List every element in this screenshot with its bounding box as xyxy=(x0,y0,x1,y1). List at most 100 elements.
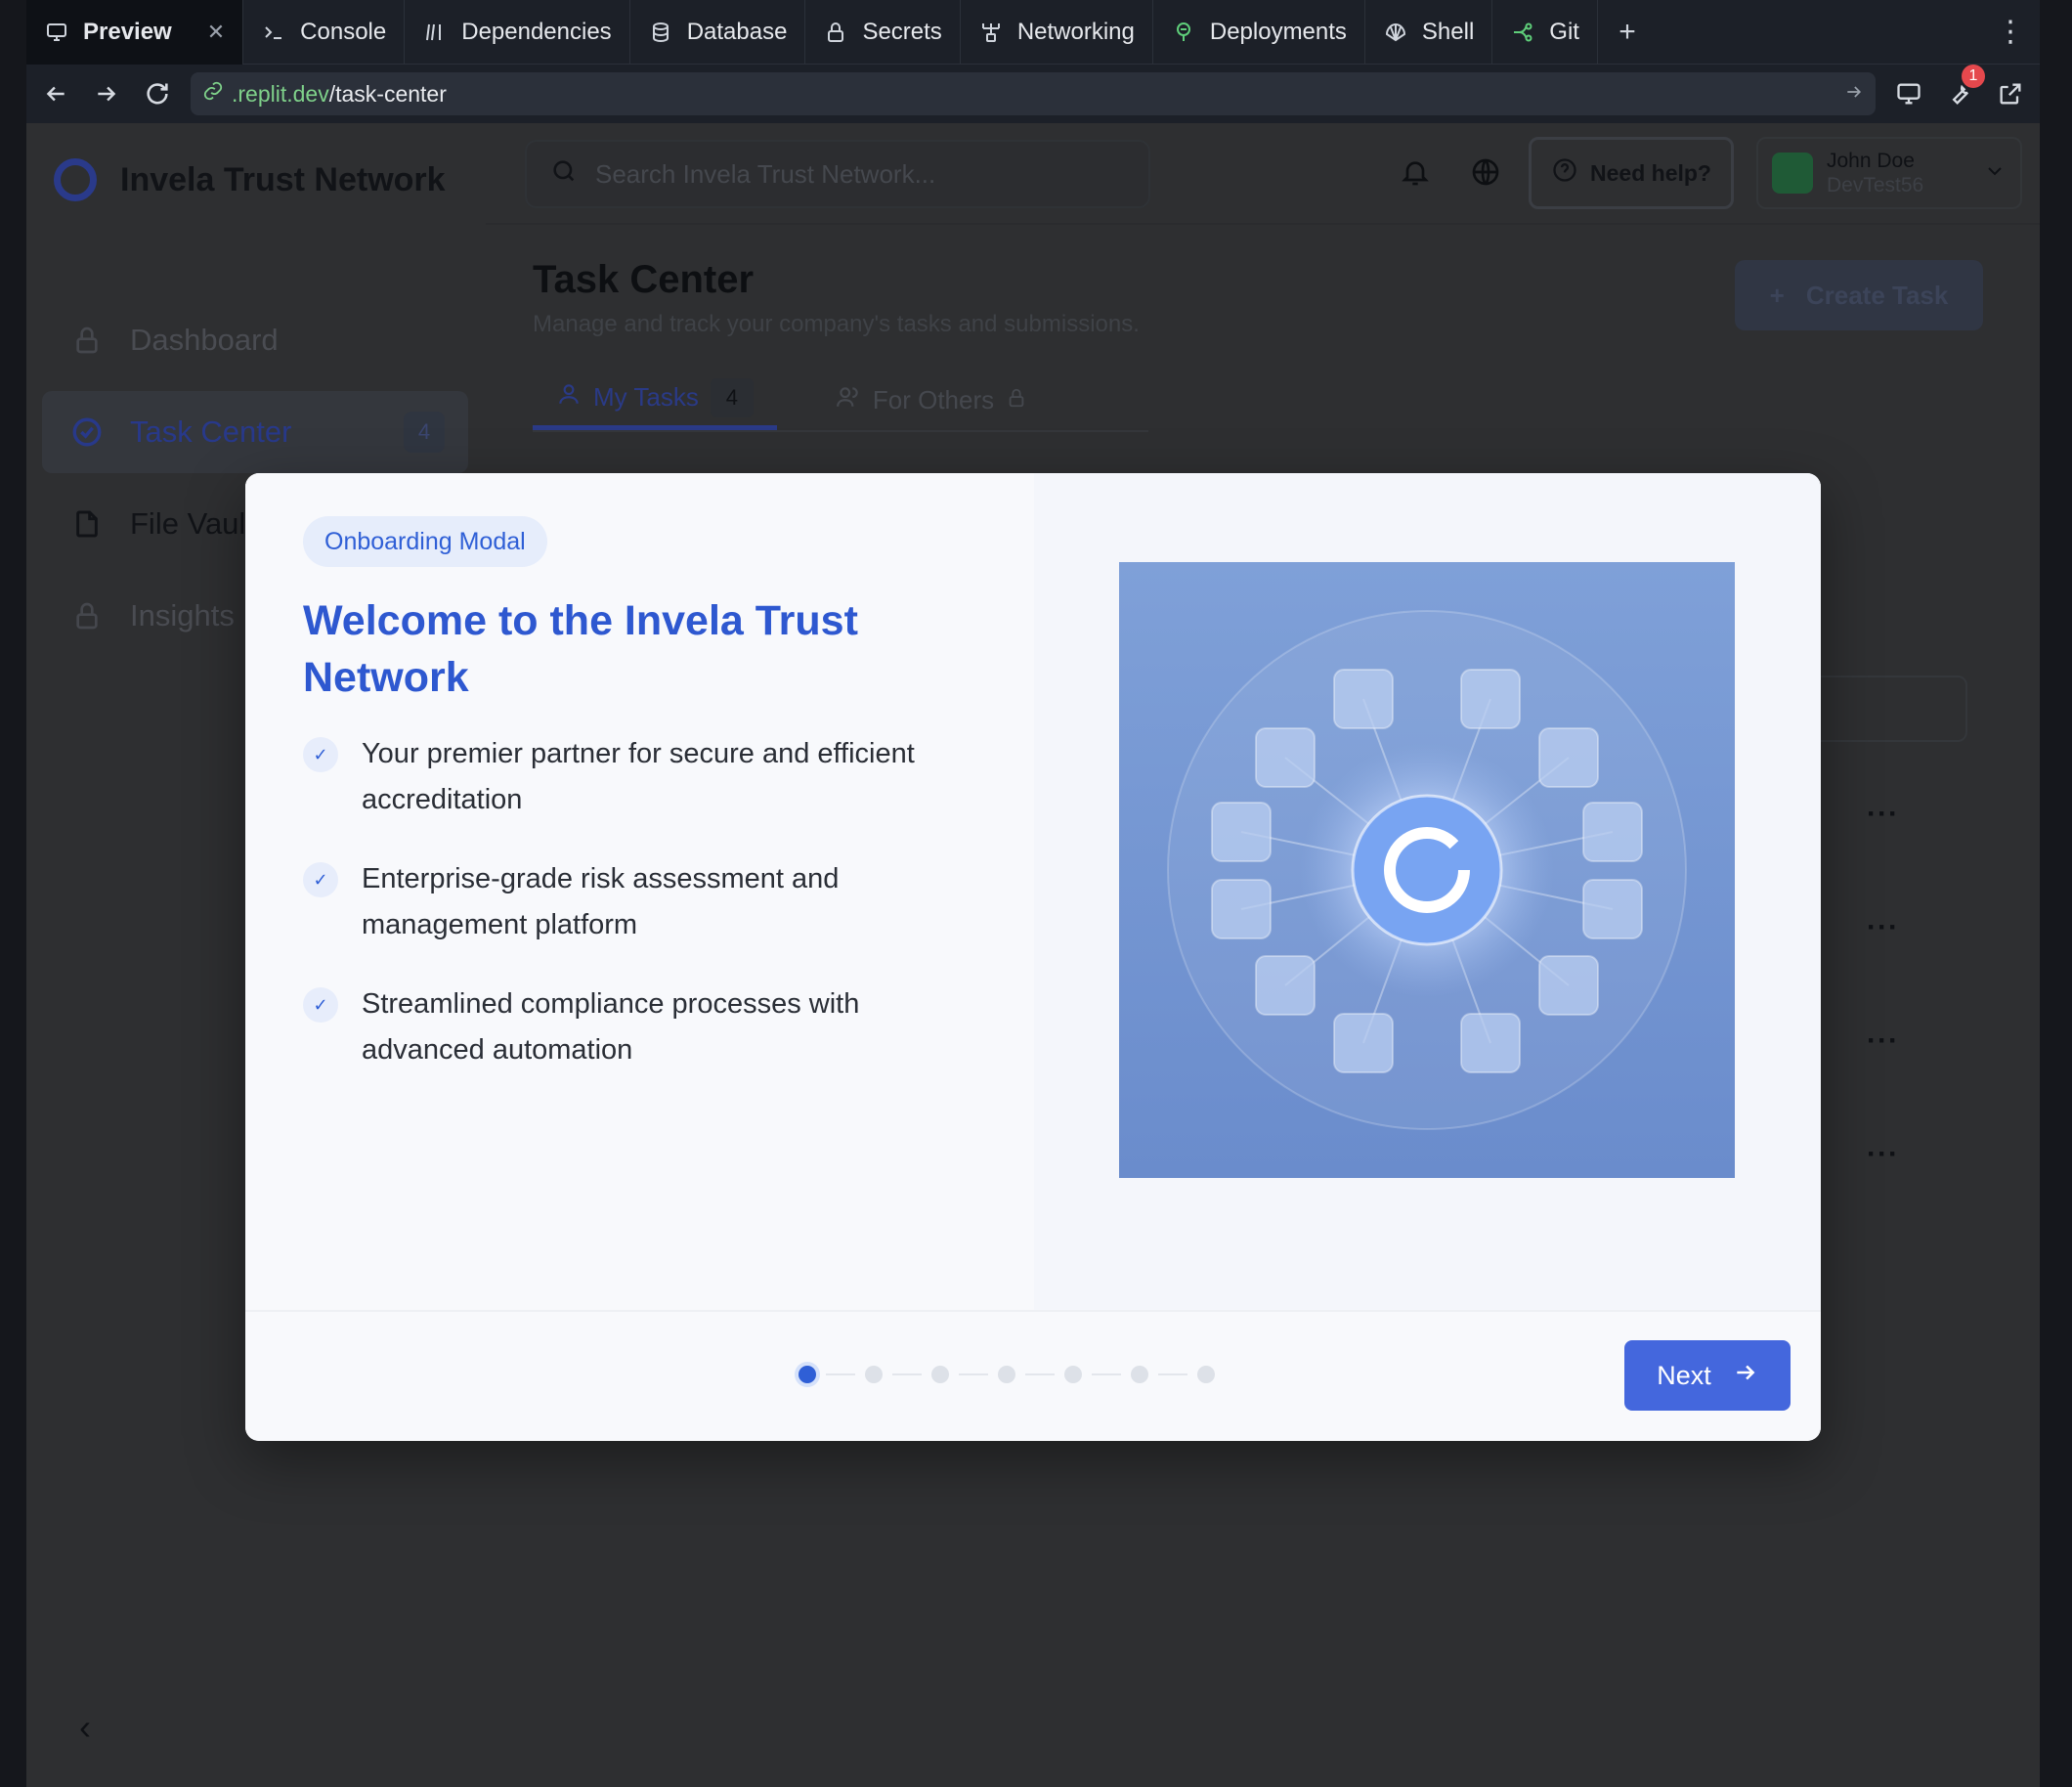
create-label: Create Task xyxy=(1805,280,1949,310)
next-label: Next xyxy=(1657,1360,1711,1390)
devtools-badge: 1 xyxy=(1962,65,1985,88)
step-dot[interactable] xyxy=(865,1366,883,1383)
help-circle-icon xyxy=(1551,156,1578,190)
rocket-icon xyxy=(1171,20,1196,45)
url-input[interactable]: .replit.dev/task-center xyxy=(191,72,1876,115)
row-menu-icon[interactable]: ··· xyxy=(1867,798,1899,831)
avatar xyxy=(1772,153,1813,194)
step-dot[interactable] xyxy=(1131,1366,1148,1383)
user-icon xyxy=(556,381,582,414)
step-connector xyxy=(959,1373,988,1375)
tab-dependencies[interactable]: Dependencies xyxy=(405,0,630,65)
help-label: Need help? xyxy=(1590,159,1711,186)
step-dot-active[interactable] xyxy=(799,1366,816,1383)
tab-for-others[interactable]: For Others xyxy=(812,370,1051,430)
search-icon xyxy=(550,157,578,192)
tab-label: Preview xyxy=(83,19,172,45)
tab-label: Git xyxy=(1549,19,1579,45)
url-domain: .replit.dev xyxy=(232,80,329,107)
package-icon xyxy=(422,20,448,45)
step-dot[interactable] xyxy=(1197,1366,1215,1383)
device-preview-icon[interactable] xyxy=(1891,76,1926,111)
database-icon xyxy=(648,20,673,45)
row-menu-icon[interactable]: ··· xyxy=(1867,1024,1899,1058)
page-title: Task Center xyxy=(533,258,755,301)
create-task-button[interactable]: + Create Task xyxy=(1735,260,1983,330)
brand-logo[interactable]: Invela Trust Network xyxy=(54,158,446,201)
tab-git[interactable]: Git xyxy=(1492,0,1598,65)
need-help-button[interactable]: Need help? xyxy=(1529,137,1734,209)
tab-label: Console xyxy=(300,19,387,45)
terminal-icon xyxy=(261,20,286,45)
reload-icon[interactable] xyxy=(140,76,175,111)
list-item: ✓ Your premier partner for secure and ef… xyxy=(303,731,987,823)
brand-name: Invela Trust Network xyxy=(120,160,446,198)
link-icon xyxy=(202,80,224,108)
back-arrow-icon[interactable] xyxy=(38,76,73,111)
step-dot[interactable] xyxy=(998,1366,1015,1383)
user-name: John Doe xyxy=(1827,150,1915,172)
modal-pill: Onboarding Modal xyxy=(303,516,547,567)
bell-icon[interactable] xyxy=(1400,156,1435,192)
onboarding-modal: Onboarding Modal Welcome to the Invela T… xyxy=(245,473,1821,1441)
sidebar-item-label: Insights xyxy=(130,598,235,632)
page-subtitle: Manage and track your company's tasks an… xyxy=(533,311,1140,337)
check-icon: ✓ xyxy=(303,737,338,772)
step-connector xyxy=(1025,1373,1055,1375)
tab-label: For Others xyxy=(872,384,995,414)
user-menu[interactable]: John Doe DevTest56 xyxy=(1756,137,2022,209)
arrow-right-icon xyxy=(1733,1360,1758,1392)
globe-icon[interactable] xyxy=(1470,156,1505,192)
feature-text: Your premier partner for secure and effi… xyxy=(362,738,915,815)
search-input[interactable]: Search Invela Trust Network... xyxy=(525,140,1150,208)
sidebar-item-dashboard[interactable]: Dashboard xyxy=(42,299,468,381)
step-connector xyxy=(1158,1373,1187,1375)
filter-dropdown[interactable] xyxy=(1795,676,1967,742)
tab-label: Deployments xyxy=(1209,19,1347,45)
close-icon[interactable]: ✕ xyxy=(207,20,225,45)
lock-icon xyxy=(69,323,105,358)
devtools-wrench-icon[interactable]: 1 xyxy=(1942,65,1985,111)
plus-icon: + xyxy=(1769,280,1785,310)
replit-tab-bar: Preview ✕ Console Dependencies Database … xyxy=(26,0,2040,65)
step-dot[interactable] xyxy=(931,1366,949,1383)
tab-my-tasks[interactable]: My Tasks 4 xyxy=(533,370,777,430)
tab-label: Shell xyxy=(1421,19,1475,45)
feature-list: ✓ Your premier partner for secure and ef… xyxy=(303,731,987,1107)
step-dot[interactable] xyxy=(1064,1366,1082,1383)
task-count-badge: 4 xyxy=(404,412,445,453)
check-icon: ✓ xyxy=(303,862,338,897)
add-tab-button[interactable]: + xyxy=(1598,0,1657,64)
feature-text: Enterprise-grade risk assessment and man… xyxy=(362,863,840,940)
url-path: /task-center xyxy=(328,80,447,107)
modal-title: Welcome to the Invela Trust Network xyxy=(303,597,858,701)
step-connector xyxy=(1092,1373,1121,1375)
more-icon[interactable]: ⋮ xyxy=(1981,0,2040,64)
tab-deployments[interactable]: Deployments xyxy=(1153,0,1365,65)
tab-secrets[interactable]: Secrets xyxy=(805,0,961,65)
sidebar-item-task-center[interactable]: Task Center 4 xyxy=(42,391,468,473)
tab-label: Database xyxy=(686,19,788,45)
network-illustration xyxy=(1119,562,1735,1178)
sidebar-item-label: Task Center xyxy=(130,414,292,449)
tab-label: Secrets xyxy=(862,19,942,45)
logo-icon xyxy=(54,158,97,201)
step-connector xyxy=(892,1373,922,1375)
shell-icon xyxy=(1383,20,1408,45)
open-external-icon[interactable] xyxy=(1993,76,2028,111)
tab-console[interactable]: Console xyxy=(243,0,406,65)
tab-preview[interactable]: Preview ✕ xyxy=(26,0,244,65)
row-menu-icon[interactable]: ··· xyxy=(1867,911,1899,944)
next-button[interactable]: Next xyxy=(1624,1340,1791,1411)
forward-arrow-icon[interactable] xyxy=(89,76,124,111)
sidebar-item-label: File Vault xyxy=(130,506,254,541)
lock-icon xyxy=(1006,385,1027,415)
tab-networking[interactable]: Networking xyxy=(961,0,1153,65)
row-menu-icon[interactable]: ··· xyxy=(1867,1138,1899,1171)
collapse-sidebar-icon[interactable]: ‹ xyxy=(79,1707,91,1748)
git-branch-icon xyxy=(1510,20,1535,45)
tab-label: My Tasks xyxy=(593,382,699,412)
tab-database[interactable]: Database xyxy=(630,0,806,65)
go-arrow-icon[interactable] xyxy=(1844,81,1864,108)
tab-shell[interactable]: Shell xyxy=(1365,0,1493,65)
